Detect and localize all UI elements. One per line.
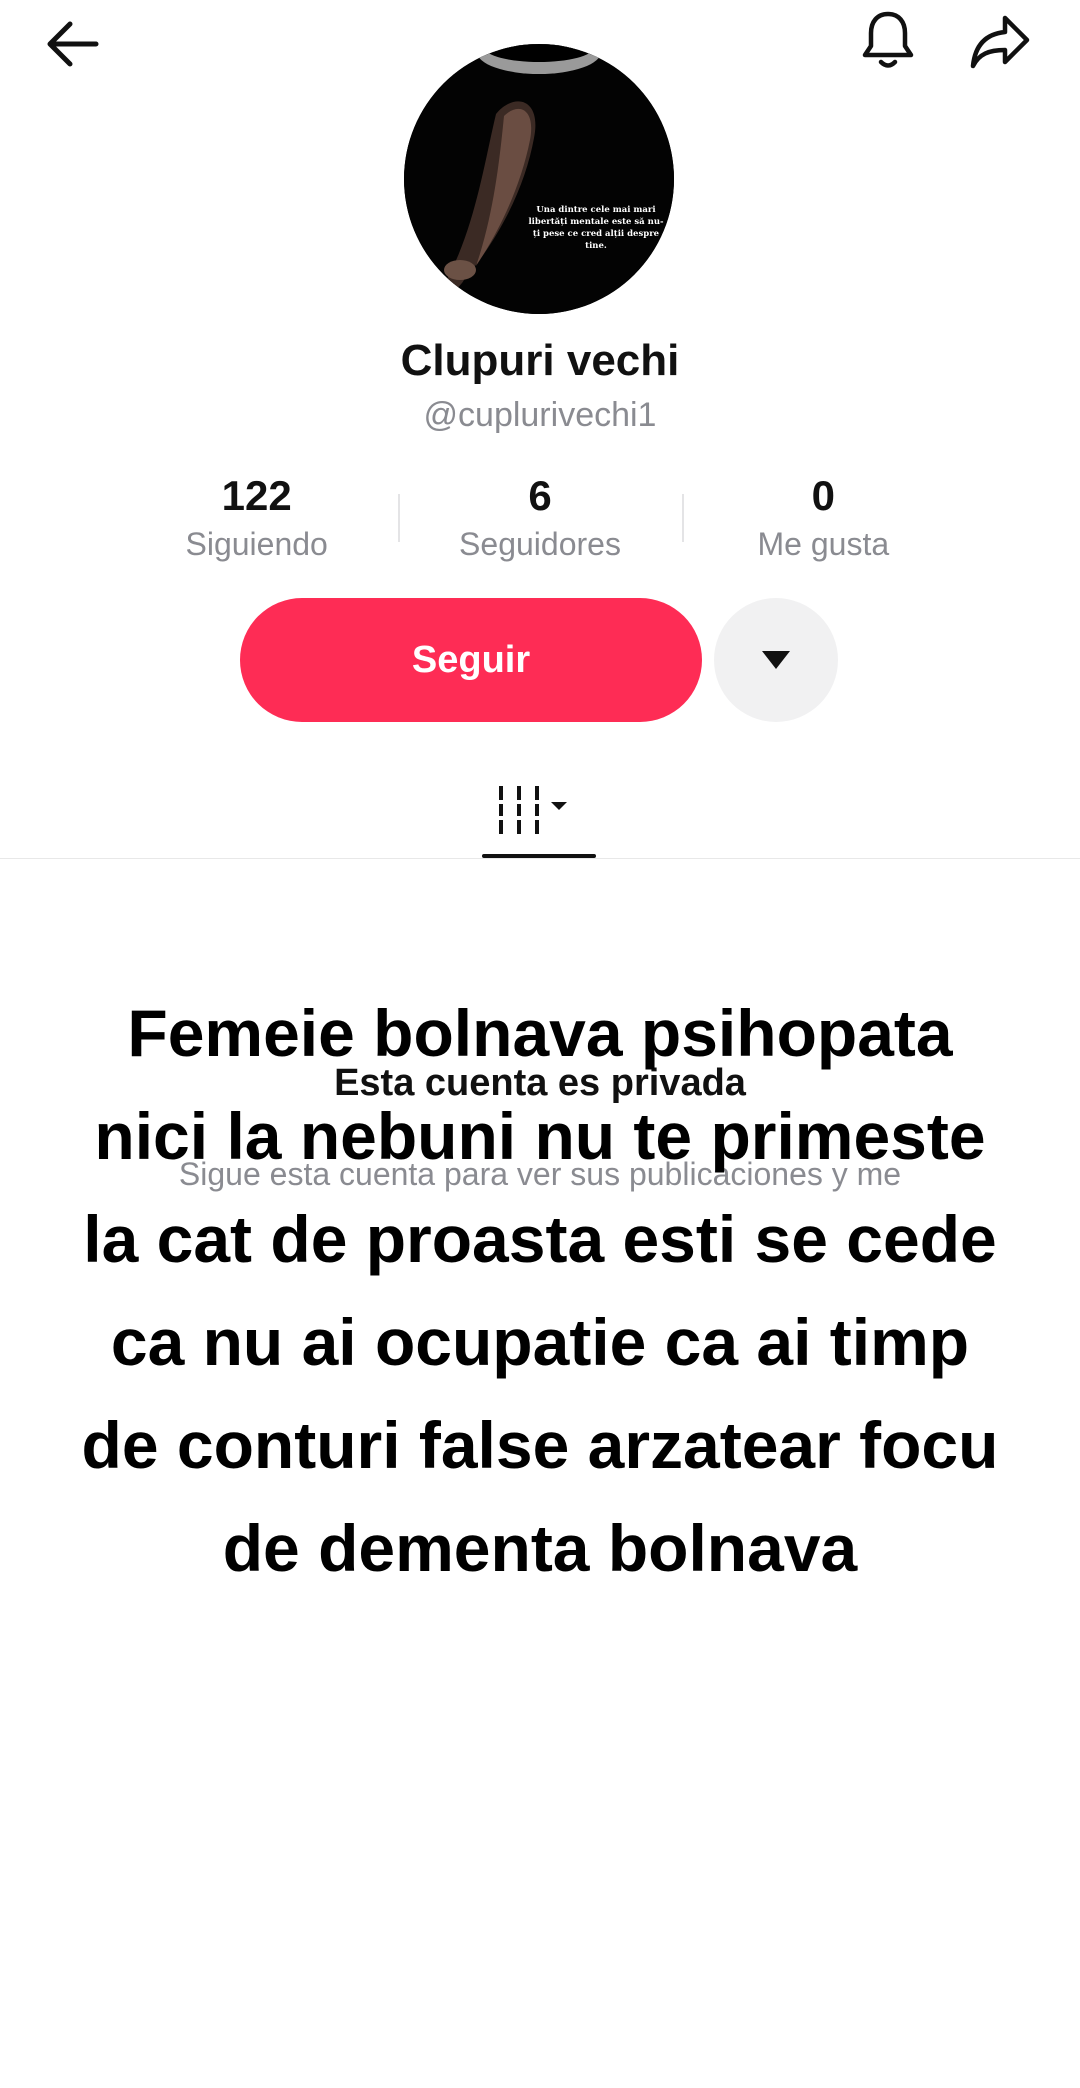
stat-following[interactable]: 122 Siguiendo [115,470,398,570]
username: @cuplurivechi1 [423,396,657,434]
stat-divider [398,494,401,542]
stat-following-label: Siguiendo [185,526,328,562]
profile-stats: 122 Siguiendo 6 Seguidores 0 Me gusta [115,470,965,570]
more-options-button[interactable] [714,598,838,722]
overlay-line: de conturi false arzatear focu [81,1408,999,1482]
stat-followers-value: 6 [528,472,552,519]
overlay-line: la cat de proasta esti se cede [83,1202,997,1276]
notification-button[interactable] [848,0,928,80]
overlay-caption: Femeie bolnava psihopata nici la nebuni … [20,982,1060,1600]
overlay-line: ca nu ai ocupatie ca ai timp [110,1305,970,1379]
avatar[interactable]: Una dintre cele mai mari libertăți menta… [404,44,674,314]
share-button[interactable] [960,0,1040,80]
caret-down-icon [762,651,790,669]
stat-followers-label: Seguidores [459,526,621,562]
overlay-line: nici la nebuni nu te primeste [94,1099,986,1173]
display-name: Clupuri vechi [400,336,680,385]
avatar-quote: Una dintre cele mai mari libertăți menta… [528,205,664,251]
follow-button[interactable]: Seguir [240,598,702,722]
stat-likes-value: 0 [811,472,835,519]
arrow-left-icon [47,21,99,67]
stat-followers[interactable]: 6 Seguidores [398,470,681,570]
stat-likes-label: Me gusta [757,526,890,562]
tab-videos[interactable] [480,770,596,850]
stat-divider [681,494,684,542]
avatar-image [404,44,674,314]
grid-columns-icon [499,786,567,834]
stat-following-value: 122 [221,472,292,519]
back-button[interactable] [32,0,112,80]
overlay-line: Femeie bolnava psihopata [127,996,953,1070]
share-arrow-icon [970,15,1030,69]
overlay-line: de dementa bolnava [222,1511,858,1585]
stat-likes[interactable]: 0 Me gusta [681,470,965,570]
bell-icon [862,11,914,68]
tab-divider [0,858,1080,859]
